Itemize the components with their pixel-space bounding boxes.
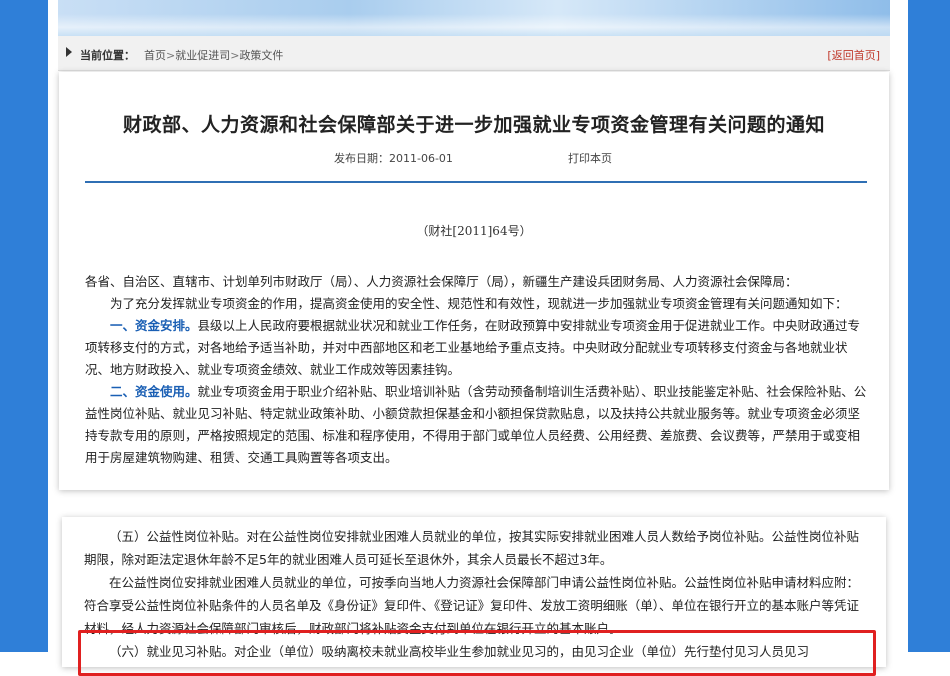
- publish-date: 发布日期：2011-06-01: [334, 150, 453, 166]
- header-banner: [58, 0, 890, 36]
- left-side-background: [0, 0, 48, 652]
- breadcrumb-separator: >: [166, 49, 176, 62]
- play-arrow-icon: [66, 47, 72, 57]
- breadcrumb-item-department[interactable]: 就业促进司: [175, 49, 230, 62]
- breadcrumb-item-home[interactable]: 首页: [144, 49, 166, 62]
- highlight-box: [78, 630, 876, 676]
- breadcrumb-path: 首页>就业促进司>政策文件: [144, 47, 283, 63]
- publish-date-value: 2011-06-01: [389, 152, 453, 165]
- intro-paragraph: 为了充分发挥就业专项资金的作用，提高资金使用的安全性、规范性和有效性，现就进一步…: [110, 296, 848, 311]
- section-2-heading: 二、资金使用。: [110, 384, 198, 399]
- section-1-text: 县级以上人民政府要根据就业状况和就业工作任务，在财政预算中安排就业专项资金用于促…: [85, 318, 861, 377]
- section-1-heading: 一、资金安排。: [110, 318, 198, 333]
- section-2: 二、资金使用。就业专项资金用于职业介绍补贴、职业培训补贴（含劳动预备制培训生活费…: [85, 381, 867, 469]
- breadcrumb-item-policy[interactable]: 政策文件: [239, 49, 283, 62]
- section-1: 一、资金安排。县级以上人民政府要根据就业状况和就业工作任务，在财政预算中安排就业…: [85, 315, 867, 381]
- article-card: 财政部、人力资源和社会保障部关于进一步加强就业专项资金管理有关问题的通知 发布日…: [59, 72, 889, 490]
- banner-wave: [58, 14, 890, 36]
- title-divider: [85, 181, 867, 183]
- section-2-text: 就业专项资金用于职业介绍补贴、职业培训补贴（含劳动预备制培训生活费补贴）、职业技…: [85, 384, 867, 465]
- addressee: 各省、自治区、直辖市、计划单列市财政厅（局）、人力资源社会保障厅（局），新疆生产…: [85, 274, 798, 289]
- excerpt-paragraph-5: （五）公益性岗位补贴。对在公益性岗位安排就业困难人员就业的单位，按其实际安排就业…: [84, 529, 860, 567]
- breadcrumb-label: 当前位置：: [80, 49, 135, 62]
- article-title: 财政部、人力资源和社会保障部关于进一步加强就业专项资金管理有关问题的通知: [122, 114, 825, 136]
- back-home-link[interactable]: [返回首页]: [827, 47, 880, 63]
- right-side-background: [908, 0, 950, 652]
- article-body: 各省、自治区、直辖市、计划单列市财政厅（局）、人力资源社会保障厅（局），新疆生产…: [85, 271, 867, 469]
- breadcrumb: 当前位置： 首页>就业促进司>政策文件 [返回首页]: [58, 36, 890, 71]
- print-page-link[interactable]: 打印本页: [568, 150, 612, 166]
- publish-date-label: 发布日期：: [334, 152, 389, 165]
- document-number: （财社[2011]64号）: [416, 224, 532, 238]
